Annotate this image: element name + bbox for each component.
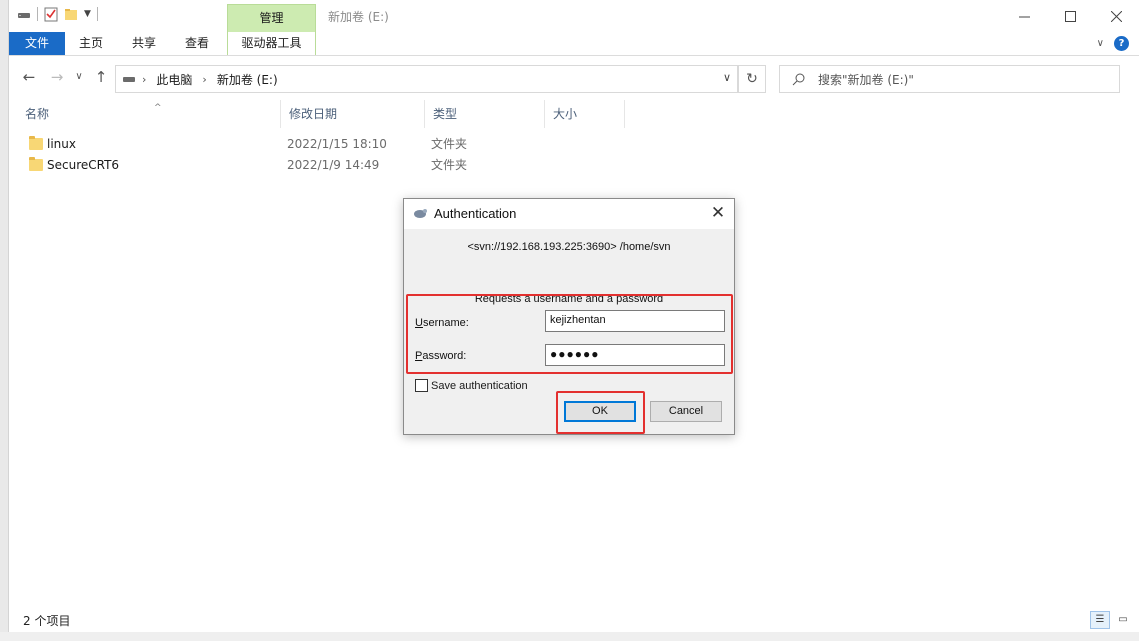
refresh-icon: ↻ [746,71,758,87]
tortoisesvn-icon [414,209,427,218]
tab-manage-context[interactable]: 管理 [227,4,316,32]
item-name: SecureCRT6 [47,158,120,172]
recent-locations-icon[interactable]: ∨ [69,71,89,82]
quick-access-toolbar: ▼ [17,6,98,22]
save-authentication-label[interactable]: Save authentication [431,380,528,392]
properties-icon[interactable] [44,6,58,22]
item-type: 文件夹 [431,137,468,151]
column-header-name-label: 名称 [25,107,50,121]
ribbon-tabs: 文件 主页 共享 查看 驱动器工具 ∨ ? [9,32,1139,56]
help-icon[interactable]: ? [1114,36,1129,51]
item-modified: 2022/1/9 14:49 [287,158,380,172]
drive-icon [123,77,135,82]
minimize-button[interactable] [1001,0,1047,32]
column-header-modified[interactable]: 修改日期 [281,100,425,128]
drive-icon[interactable] [17,8,31,20]
close-button[interactable] [1093,0,1139,32]
close-icon [1110,10,1122,22]
sort-ascending-icon: ^ [154,103,162,113]
authentication-dialog: Authentication ✕ <svn://192.168.193.225:… [403,198,735,435]
tab-drive-tools[interactable]: 驱动器工具 [227,32,316,55]
item-modified: 2022/1/15 18:10 [287,137,387,151]
dialog-title-bar: Authentication ✕ [404,199,734,229]
column-header-type[interactable]: 类型 [425,100,545,128]
background-strip [0,632,1139,641]
item-name: linux [47,137,76,151]
window-controls [1001,0,1139,32]
folder-icon [29,136,43,150]
tab-view[interactable]: 查看 [177,32,217,55]
address-dropdown-icon[interactable]: ∨ [723,71,731,84]
back-arrow-icon[interactable]: ← [19,68,39,86]
item-type: 文件夹 [431,158,468,172]
column-header-name[interactable]: 名称 ^ [17,100,281,128]
new-folder-icon[interactable] [64,7,78,21]
breadcrumb-separator: › [202,72,207,86]
search-input[interactable]: 搜索"新加卷 (E:)" [779,65,1120,93]
dialog-close-button[interactable]: ✕ [708,203,728,223]
qat-divider [37,7,38,21]
window-title: 新加卷 (E:) [328,10,389,24]
ribbon-right-controls: ∨ ? [1097,36,1129,51]
breadcrumb-this-pc[interactable]: 此电脑 [156,71,192,88]
ribbon-expand-icon[interactable]: ∨ [1097,38,1104,49]
list-item[interactable]: SecureCRT6 2022/1/9 14:49 文件夹 [27,155,627,175]
qat-divider [96,7,98,21]
search-placeholder: 搜索"新加卷 (E:)" [818,72,914,87]
title-bar: ▼ 管理 新加卷 (E:) [9,0,1139,32]
navigation-bar: ← → ∨ ↑ › 此电脑 › 新加卷 (E:) ∨ ↻ 搜索"新加卷 (E:)… [9,62,1139,94]
file-list-header: 名称 ^ 修改日期 类型 大小 [9,100,1139,128]
column-header-size[interactable]: 大小 [545,100,625,128]
up-arrow-icon[interactable]: ↑ [91,68,111,86]
cancel-button[interactable]: Cancel [650,401,722,422]
address-bar[interactable]: › 此电脑 › 新加卷 (E:) ∨ [115,65,738,93]
qat-customize-icon[interactable]: ▼ [84,9,91,19]
breadcrumb-volume[interactable]: 新加卷 (E:) [217,71,278,88]
view-switcher: ☰ ▭ [1090,611,1133,629]
forward-arrow-icon[interactable]: → [47,68,67,86]
search-icon [792,73,805,86]
status-item-count: 2 个项目 [23,614,71,628]
tab-home[interactable]: 主页 [71,32,111,55]
tab-file[interactable]: 文件 [9,32,65,55]
save-authentication-checkbox[interactable] [415,379,428,392]
maximize-icon [1064,10,1076,22]
folder-icon [29,157,43,171]
list-item[interactable]: linux 2022/1/15 18:10 文件夹 [27,134,627,154]
breadcrumb-separator: › [142,72,147,86]
tab-share[interactable]: 共享 [124,32,164,55]
close-icon: ✕ [710,203,726,222]
ok-highlight-box [556,391,645,434]
minimize-icon [1018,16,1030,17]
dialog-title: Authentication [434,206,517,221]
credentials-highlight-box [406,294,733,374]
save-authentication-row: Save authentication [415,379,528,392]
large-icons-view-icon[interactable]: ▭ [1113,611,1133,629]
details-view-icon[interactable]: ☰ [1090,611,1110,629]
refresh-button[interactable]: ↻ [738,65,766,93]
dialog-realm: <svn://192.168.193.225:3690> /home/svn [467,241,671,253]
maximize-button[interactable] [1047,0,1093,32]
